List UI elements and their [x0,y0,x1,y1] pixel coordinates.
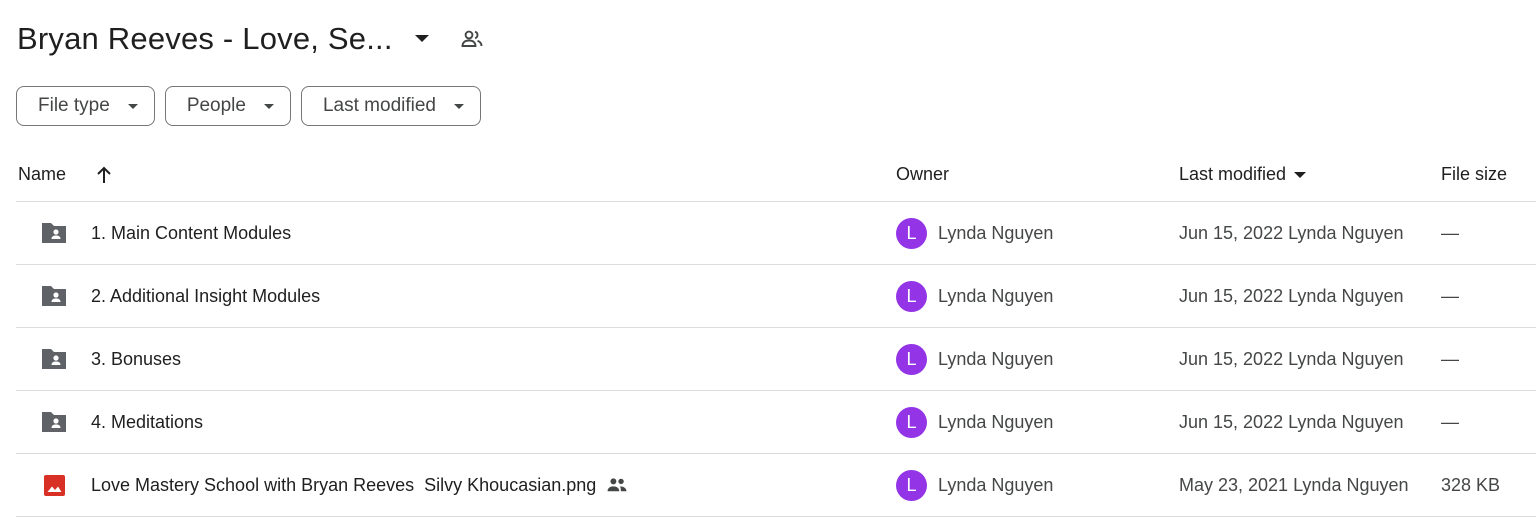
file-size-cell: — [1441,348,1459,369]
last-modified-cell: Jun 15, 2022 Lynda Nguyen [1179,222,1404,243]
chevron-down-icon [127,103,138,109]
file-name: 4. Meditations [91,411,204,432]
arrow-drop-down-icon [1294,171,1307,178]
avatar: L [896,217,927,249]
file-name-cell: Love Mastery School with Bryan Reeves Si… [91,454,628,516]
owner-column-header[interactable]: Owner [896,148,949,201]
page-header: Bryan Reeves - Love, Se... [17,14,485,64]
folder-title: Bryan Reeves - Love, Se... [17,21,393,56]
owner-name: Lynda Nguyen [938,222,1054,243]
file-name: Love Mastery School with Bryan Reeves Si… [91,474,597,495]
owner-cell: L Lynda Nguyen [896,265,1053,327]
last-modified-column-label: Last modified [1179,164,1287,184]
image-file-icon [40,454,68,516]
name-column-label: Name [18,164,67,184]
name-column-header[interactable]: Name [18,148,112,201]
file-type-filter-label: File type [38,95,110,116]
shared-folder-icon [40,202,68,264]
last-modified-column-header[interactable]: Last modified [1179,148,1307,201]
shared-folder-icon [40,328,68,390]
owner-name: Lynda Nguyen [938,348,1054,369]
people-filter-label: People [186,95,246,116]
owner-name: Lynda Nguyen [938,285,1054,306]
owner-cell: L Lynda Nguyen [896,454,1053,516]
owner-cell: L Lynda Nguyen [896,202,1053,264]
people-filter[interactable]: People [164,86,291,126]
shared-folder-icon [40,391,68,453]
file-name: 1. Main Content Modules [91,222,292,243]
shared-folder-icon [40,265,68,327]
last-modified-cell: Jun 15, 2022 Lynda Nguyen [1179,411,1404,432]
chevron-down-icon [454,103,464,109]
table-row[interactable]: Love Mastery School with Bryan Reeves Si… [16,454,1536,517]
table-row[interactable]: 1. Main Content Modules L Lynda Nguyen J… [16,202,1536,265]
owner-name: Lynda Nguyen [938,474,1054,495]
avatar: L [896,280,927,312]
last-modified-filter[interactable]: Last modified [300,86,481,126]
table-row[interactable]: 2. Additional Insight Modules L Lynda Ng… [16,265,1536,328]
owner-cell: L Lynda Nguyen [896,328,1053,390]
table-row[interactable]: 4. Meditations L Lynda Nguyen Jun 15, 20… [16,391,1536,454]
file-size-column-header[interactable]: File size [1441,148,1507,201]
arrow-upward-icon[interactable] [96,166,112,184]
file-size-column-label: File size [1441,164,1508,184]
avatar: L [896,469,927,501]
owner-cell: L Lynda Nguyen [896,391,1053,453]
shared-people-icon [606,476,628,494]
people-icon[interactable] [459,26,485,52]
avatar: L [896,406,927,438]
file-size-cell: — [1441,222,1459,243]
table-row[interactable]: 3. Bonuses L Lynda Nguyen Jun 15, 2022 L… [16,328,1536,391]
table-header: Name Owner Last modified File size [16,148,1536,202]
file-size-cell: — [1441,285,1459,306]
avatar: L [896,343,927,375]
file-list: Name Owner Last modified File size 1. Ma… [16,148,1536,517]
owner-column-label: Owner [896,164,950,184]
last-modified-cell: Jun 15, 2022 Lynda Nguyen [1179,348,1404,369]
arrow-drop-down-icon[interactable] [411,28,433,50]
chevron-down-icon [263,103,274,109]
owner-name: Lynda Nguyen [938,411,1054,432]
last-modified-cell: Jun 15, 2022 Lynda Nguyen [1179,285,1404,306]
last-modified-filter-label: Last modified [322,95,436,116]
file-size-cell: 328 KB [1441,474,1501,495]
filter-chips: File type People Last modified [16,86,481,126]
file-name: 2. Additional Insight Modules [91,285,321,306]
file-size-cell: — [1441,411,1459,432]
file-name: 3. Bonuses [91,348,182,369]
last-modified-cell: May 23, 2021 Lynda Nguyen [1179,474,1409,495]
file-type-filter[interactable]: File type [16,86,155,126]
